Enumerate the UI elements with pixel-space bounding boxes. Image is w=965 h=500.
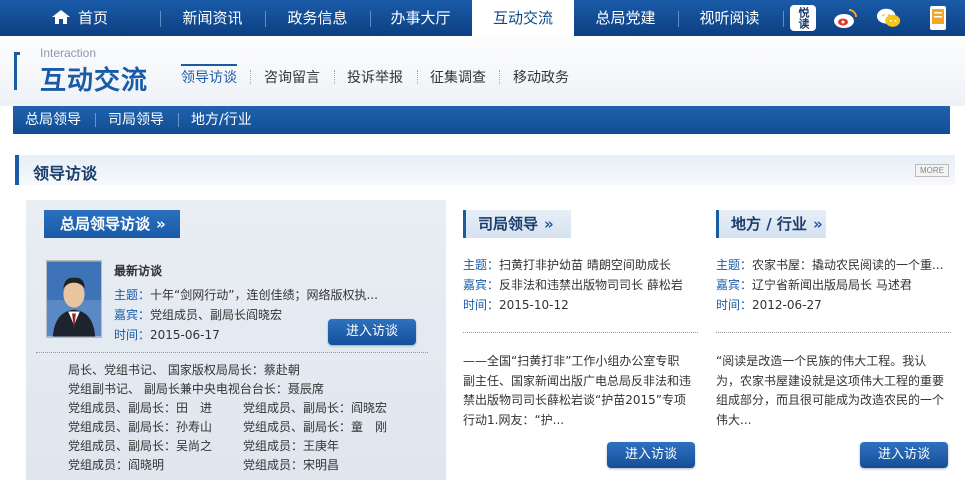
nav-divider — [370, 11, 371, 27]
subnav-active-indicator — [181, 64, 237, 66]
tag-dept-leaders-label: 司局领导 — [478, 215, 539, 233]
nav-divider — [160, 11, 161, 27]
enter-interview-button-dept[interactable]: 进入访谈 — [607, 442, 695, 468]
latest-topic[interactable]: 主题：十年“剑网行动”，连创佳绩；网络版权执... — [114, 286, 378, 303]
leader-item[interactable]: 党组副书记、 副局长兼中央电视台台长：聂辰席 — [68, 380, 324, 397]
subnav-survey[interactable]: 征集调查 — [430, 67, 486, 87]
leader-item[interactable]: 党组成员、副局长：童 刚 — [243, 418, 387, 435]
top-nav: 首页 新闻资讯 政务信息 办事大厅 互动交流 总局党建 视听阅读 悦读 — [0, 0, 965, 36]
leader-item[interactable]: 局长、党组书记、 国家版权局局长：蔡赴朝 — [68, 361, 300, 378]
nav-home[interactable]: 首页 — [20, 0, 140, 36]
tab-central-leaders[interactable]: 总局领导 — [25, 106, 81, 134]
double-chevron-icon: » — [812, 215, 823, 233]
nav-divider — [678, 11, 679, 27]
subnav-consult[interactable]: 咨询留言 — [264, 67, 320, 87]
leader-item[interactable]: 党组成员：阎晓明 — [68, 456, 164, 473]
subnav-complaint[interactable]: 投诉举报 — [347, 67, 403, 87]
leader-item[interactable]: 党组成员：宋明昌 — [243, 456, 339, 473]
local-time: 时间：2012-06-27 — [716, 298, 822, 312]
more-button[interactable]: MORE — [915, 164, 949, 177]
nav-news[interactable]: 新闻资讯 — [165, 0, 260, 36]
dept-guest: 嘉宾：反非法和违禁出版物司司长 薛松岩 — [463, 278, 683, 292]
nav-gov-info[interactable]: 政务信息 — [270, 0, 365, 36]
subnav-divider — [417, 70, 418, 84]
latest-time: 时间：2015-06-17 — [114, 328, 220, 342]
tab-dept-leaders[interactable]: 司局领导 — [108, 106, 164, 134]
nav-interaction[interactable]: 互动交流 — [472, 0, 574, 36]
bar-divider — [178, 113, 179, 127]
nav-home-label: 首页 — [77, 9, 108, 27]
double-chevron-icon: » — [544, 215, 554, 233]
leader-item[interactable]: 党组成员、副局长：吴尚之 — [68, 437, 212, 454]
nav-service-hall[interactable]: 办事大厅 — [373, 0, 468, 36]
weibo-icon[interactable] — [832, 5, 858, 31]
content-title: 领导访谈 — [33, 164, 98, 183]
tag-central-interview[interactable]: 总局领导访谈 » — [44, 210, 180, 238]
double-chevron-icon: » — [156, 215, 166, 233]
wechat-icon[interactable] — [876, 5, 902, 31]
secondary-nav: 总局领导 司局领导 地方/行业 — [13, 106, 950, 134]
tag-local-industry-label: 地方 / 行业 — [731, 215, 807, 233]
nav-divider — [783, 11, 784, 27]
tab-local-industry[interactable]: 地方/行业 — [191, 106, 252, 134]
yuedu-icon-label: 悦读 — [797, 6, 810, 29]
leader-item[interactable]: 党组成员：王庚年 — [243, 437, 339, 454]
home-icon — [51, 10, 70, 24]
divider — [36, 352, 428, 353]
dept-topic[interactable]: 主题：扫黄打非护幼苗 晴朗空间助成长 — [463, 256, 671, 273]
tag-dept-leaders[interactable]: 司局领导 » — [463, 210, 571, 238]
section-title: 互动交流 — [40, 66, 149, 96]
tag-local-industry[interactable]: 地方 / 行业 » — [716, 210, 826, 238]
subnav-divider — [250, 70, 251, 84]
bar-divider — [95, 113, 96, 127]
local-topic[interactable]: 主题：农家书屋：撬动农民阅读的一个重... — [716, 256, 943, 273]
section-bracket — [14, 52, 20, 90]
latest-guest: 嘉宾：党组成员、副局长阎晓宏 — [114, 308, 283, 322]
leader-item[interactable]: 党组成员、副局长：阎晓宏 — [243, 399, 387, 416]
leader-photo — [46, 260, 102, 338]
section-header: Interaction 互动交流 领导访谈 咨询留言 投诉举报 征集调查 移动政… — [0, 36, 965, 106]
subnav-mobile[interactable]: 移动政务 — [513, 67, 569, 87]
mobile-icon[interactable] — [927, 5, 949, 31]
latest-interview-label: 最新访谈 — [114, 264, 163, 278]
enter-interview-button-local[interactable]: 进入访谈 — [860, 442, 948, 468]
local-summary: “阅读是改造一个民族的伟大工程。我认 为，农家书屋建设就是这项伟大工程的重要 组… — [716, 354, 945, 427]
subnav-divider — [334, 70, 335, 84]
nav-party[interactable]: 总局党建 — [578, 0, 673, 36]
divider — [463, 332, 698, 333]
content-title-bar: 领导访谈 MORE — [15, 155, 955, 185]
nav-media[interactable]: 视听阅读 — [682, 0, 777, 36]
section-title-en: Interaction — [40, 46, 97, 60]
subnav-leader-interview[interactable]: 领导访谈 — [181, 67, 237, 87]
leader-item[interactable]: 党组成员、副局长：田 进 — [68, 399, 212, 416]
enter-interview-button-central[interactable]: 进入访谈 — [328, 319, 416, 345]
tag-central-interview-label: 总局领导访谈 — [60, 215, 151, 233]
yuedu-icon[interactable]: 悦读 — [790, 5, 816, 31]
divider — [716, 332, 951, 333]
local-guest: 嘉宾：辽宁省新闻出版局局长 马述君 — [716, 278, 912, 292]
nav-divider — [265, 11, 266, 27]
dept-time: 时间：2015-10-12 — [463, 298, 569, 312]
subnav-divider — [499, 70, 500, 84]
leader-item[interactable]: 党组成员、副局长：孙寿山 — [68, 418, 212, 435]
dept-summary: ——全国“扫黄打非”工作小组办公室专职 副主任、国家新闻出版广电总局反非法和违 … — [463, 354, 692, 427]
